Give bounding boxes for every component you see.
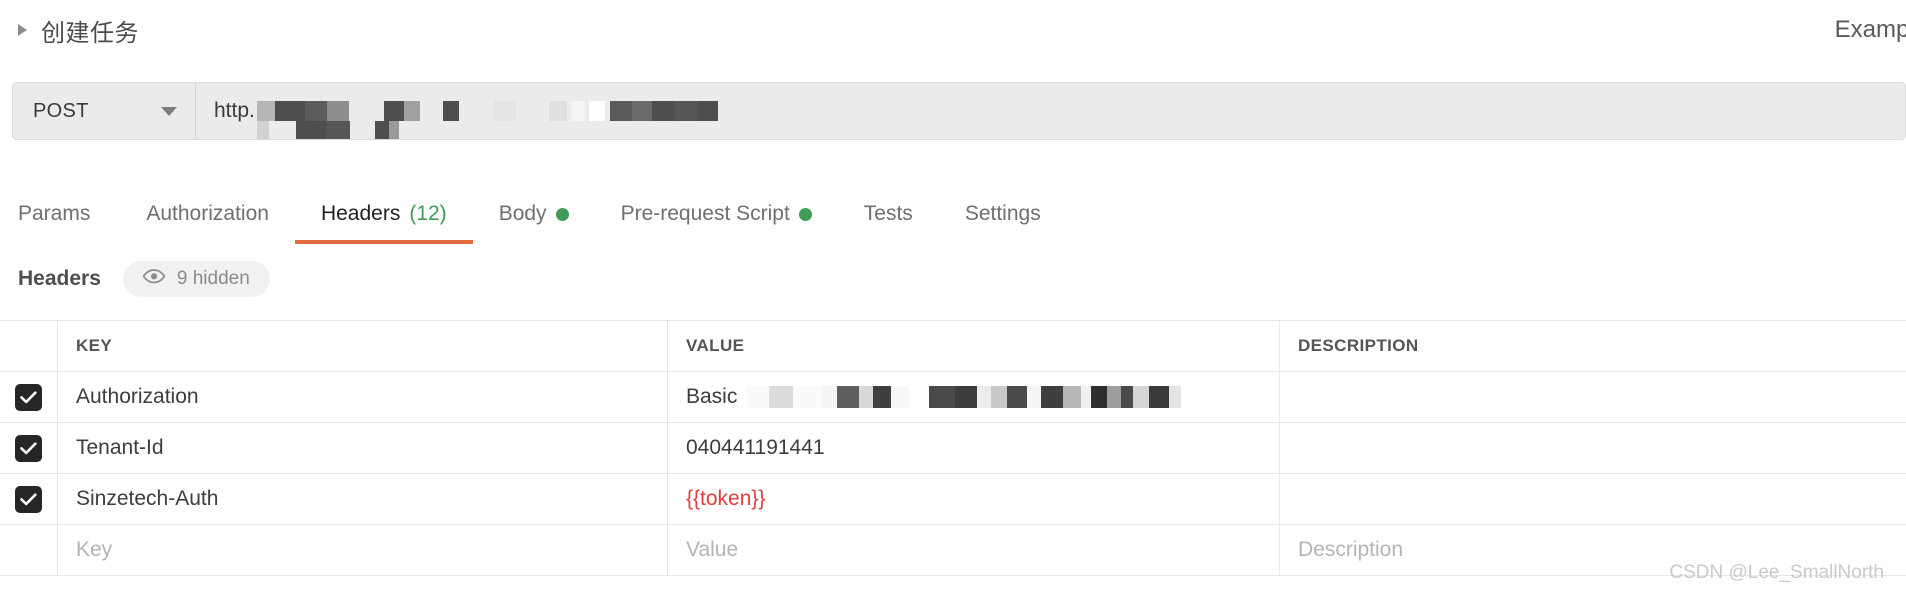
tab-tests-label: Tests [863,202,913,225]
request-tabs: Params Authorization Headers (12) Body P… [0,190,1906,252]
row-value-input[interactable]: {{token}} [668,474,1280,524]
table-row: Tenant-Id 040441191441 [0,423,1906,474]
hidden-headers-label: 9 hidden [176,268,250,289]
row-value-input[interactable]: Basic [668,372,1280,422]
examples-button[interactable]: Examples [1835,16,1906,44]
row-enable-checkbox-cell[interactable] [0,423,58,473]
http-method-select[interactable]: POST [13,83,196,139]
tab-tests[interactable]: Tests [838,190,939,238]
tab-headers-count: (12) [409,202,447,225]
triangle-right-icon[interactable] [18,24,27,36]
table-row: Authorization Basic [0,372,1906,423]
tab-authorization-label: Authorization [146,202,269,225]
headers-table: KEY VALUE DESCRIPTION Authorization Basi… [0,320,1906,576]
new-row-key-input[interactable]: Key [58,525,668,575]
checkbox-checked-icon[interactable] [15,434,42,462]
table-row: Sinzetech-Auth {{token}} [0,474,1906,525]
checkbox-checked-icon[interactable] [15,383,42,411]
row-description-input[interactable] [1280,474,1906,524]
row-description-input[interactable] [1280,423,1906,473]
tab-settings[interactable]: Settings [939,190,1067,238]
tab-authorization[interactable]: Authorization [120,190,295,238]
headers-section-title: Headers [18,267,101,290]
tab-params[interactable]: Params [18,190,120,238]
table-header-row: KEY VALUE DESCRIPTION [0,321,1906,372]
tab-pre-request-script-dot-icon [798,207,812,221]
row-key-input[interactable]: Sinzetech-Auth [58,474,668,524]
column-header-description: DESCRIPTION [1298,336,1419,355]
checkbox-checked-icon[interactable] [15,485,42,513]
chevron-down-icon [161,106,177,116]
column-header-key: KEY [58,321,668,371]
new-row-value-input[interactable]: Value [668,525,1280,575]
row-value-input[interactable]: 040441191441 [668,423,1280,473]
new-row-description-input[interactable]: Description [1280,525,1906,575]
url-redaction-mosaic [256,101,731,139]
tab-body[interactable]: Body [473,190,595,238]
row-key-input[interactable]: Authorization [58,372,668,422]
tab-pre-request-script-label: Pre-request Script [620,202,790,225]
http-method-label: POST [33,99,89,122]
header-checkbox-cell [0,321,58,371]
url-bar: POST http. [12,82,1906,140]
tab-params-label: Params [18,202,91,225]
table-new-row: Key Value Description [0,525,1906,576]
headers-section-header: Headers 9 hidden [18,258,270,300]
tab-pre-request-script[interactable]: Pre-request Script [595,190,838,238]
eye-icon [142,269,166,289]
row-description-input[interactable] [1280,372,1906,422]
postman-request-editor: 创建任务 Examples POST http. [0,0,1906,596]
hidden-headers-toggle[interactable]: 9 hidden [122,261,270,297]
tab-settings-label: Settings [964,202,1041,225]
page-title: 创建任务 [41,19,139,47]
row-key-input[interactable]: Tenant-Id [58,423,668,473]
column-header-value: VALUE [668,321,1280,371]
tab-headers-label: Headers [320,202,401,225]
request-title-bar: 创建任务 Examples [0,0,1906,60]
row-enable-checkbox-cell[interactable] [0,372,58,422]
url-input[interactable]: http. [196,83,1905,139]
value-redaction-mosaic [747,386,1182,408]
row-enable-checkbox-cell[interactable] [0,474,58,524]
tab-body-dot-icon [555,207,569,221]
tab-headers[interactable]: Headers (12) [294,190,473,244]
row-enable-checkbox-cell[interactable] [0,525,58,575]
url-text: http. [214,99,255,122]
tab-body-label: Body [498,202,547,225]
